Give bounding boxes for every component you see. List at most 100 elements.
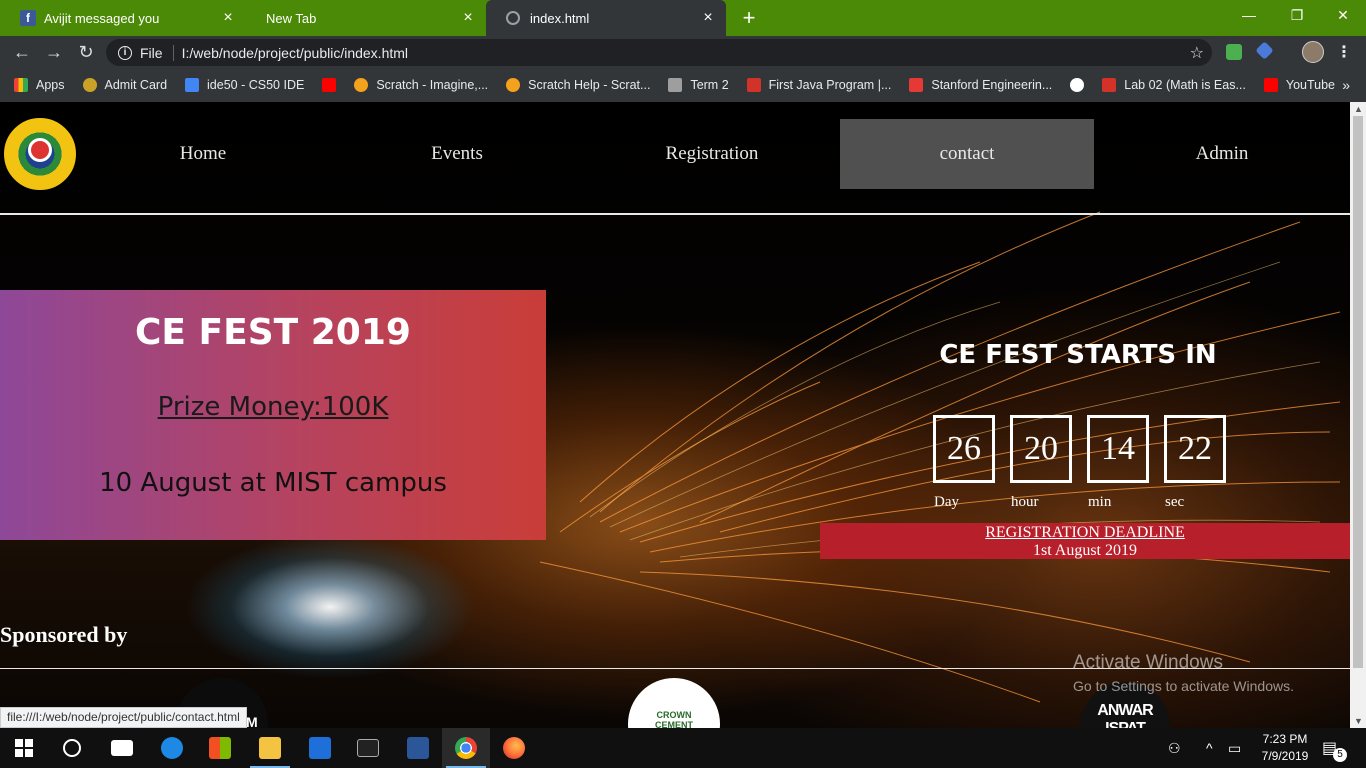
nav-admin[interactable]: Admin [1094,119,1350,189]
globe-icon [1070,78,1085,92]
mail-icon [111,740,133,756]
info-icon[interactable]: i [118,45,132,60]
scratch-icon [506,78,521,92]
bookmarks-bar: Apps Admit Card ide50 - CS50 IDE Scratch… [0,68,1366,102]
profile-avatar[interactable] [1302,41,1324,63]
word-icon [407,737,429,759]
countdown-label-hour: hour [1011,494,1039,510]
tab-facebook[interactable]: f Avijit messaged you × [0,0,246,36]
bookmark-youtube-icon-only[interactable] [322,78,337,92]
nav-events[interactable]: Events [330,119,584,189]
tab-title: Avijit messaged you [44,10,160,26]
forward-arrow-icon[interactable]: → [42,40,66,64]
bookmark-term-2[interactable]: Term 2 [668,78,729,92]
bookmark-lab-02[interactable]: Lab 02 (Math is Eas... [1102,78,1246,92]
cloud9-icon [185,78,200,92]
taskbar-terminal[interactable] [344,728,392,768]
scroll-up-icon[interactable]: ▲ [1354,104,1363,114]
site-logo[interactable] [4,118,76,190]
page-viewport: Home Events Registration contact Admin C… [0,102,1350,728]
taskbar-firefox[interactable] [490,728,538,768]
people-icon[interactable]: ⚇ [1168,728,1181,768]
new-tab-button[interactable]: + [736,5,762,31]
menu-icon[interactable]: ⋮ [1336,42,1352,62]
browser-tab-strip: f Avijit messaged you × New Tab × index.… [0,0,1366,36]
tab-new-tab[interactable]: New Tab × [246,0,486,36]
sponsor-logo-letter: M [246,714,258,728]
address-bar[interactable]: i File I:/web/node/project/public/index.… [106,39,1212,66]
restore-button[interactable]: ❐ [1274,0,1320,30]
registration-deadline-link[interactable]: REGISTRATION DEADLINE [820,524,1350,542]
close-tab-icon[interactable]: × [700,9,716,27]
apps-grid-icon [14,78,28,92]
nav-contact[interactable]: contact [840,119,1094,189]
bookmark-apps[interactable]: Apps [14,78,65,92]
reload-icon[interactable]: ↻ [74,40,98,64]
tray-chevron-up-icon[interactable]: ^ [1206,728,1213,768]
bookmark-scratch[interactable]: Scratch - Imagine,... [354,78,488,92]
taskbar-edge[interactable] [148,728,196,768]
countdown-days: 26 [933,415,995,483]
system-clock[interactable]: 7:23 PM 7/9/2019 [1250,731,1320,765]
taskbar-store[interactable] [196,728,244,768]
prize-money-link[interactable]: Prize Money:100K [0,392,546,422]
taskbar-defender[interactable] [296,728,344,768]
browser-toolbar: ← → ↻ i File I:/web/node/project/public/… [0,36,1366,68]
nav-registration[interactable]: Registration [584,119,840,189]
scroll-down-icon[interactable]: ▼ [1354,716,1363,726]
bookmark-youtube[interactable]: YouTube [1263,78,1335,92]
bookmark-stanford[interactable]: Stanford Engineerin... [909,78,1052,92]
logo-emblem [28,138,52,162]
bookmark-ide50[interactable]: ide50 - CS50 IDE [185,78,304,92]
scrollbar-thumb[interactable] [1353,116,1363,668]
sponsor-logo-text: ANWAR ISPAT [1097,702,1153,728]
minimize-button[interactable]: — [1226,0,1272,30]
url-text[interactable]: I:/web/node/project/public/index.html [182,45,408,61]
countdown-label-sec: sec [1165,494,1185,510]
taskbar-mail[interactable] [98,728,146,768]
bookmark-admit-card[interactable]: Admit Card [82,78,167,92]
deadline-date: 1st August 2019 [1032,542,1137,559]
nav-home[interactable]: Home [76,119,330,189]
back-arrow-icon[interactable]: ← [10,40,34,64]
taskbar-file-explorer[interactable] [246,728,294,768]
close-tab-icon[interactable]: × [220,9,236,27]
bookmark-star-icon[interactable]: ☆ [1190,43,1204,63]
bookmark-first-java[interactable]: First Java Program |... [746,78,891,92]
folder-icon [259,737,281,759]
taskbar-chrome[interactable] [442,728,490,768]
countdown-label-day: Day [934,494,959,510]
close-tab-icon[interactable]: × [460,9,476,27]
registration-deadline-banner: REGISTRATION DEADLINE 1st August 2019 [820,523,1350,559]
edx-icon [1102,78,1117,92]
page-scrollbar[interactable]: ▲ ▼ [1350,102,1366,728]
watermark-title: Activate Windows [1073,652,1223,673]
youtube-icon [322,78,337,92]
start-button[interactable] [0,728,48,768]
countdown-label-min: min [1088,494,1112,510]
countdown-seconds: 22 [1164,415,1226,483]
clock-date: 7/9/2019 [1261,749,1309,763]
terminal-icon [357,739,379,757]
extension-icon[interactable] [1255,41,1274,60]
globe-icon [506,11,520,25]
watermark-subtitle: Go to Settings to activate Windows. [1073,678,1294,694]
status-bar-link-preview: file:///I:/web/node/project/public/conta… [0,707,247,728]
firefox-icon [503,737,525,759]
shield-icon [309,737,331,759]
bookmark-scratch-help[interactable]: Scratch Help - Scrat... [506,78,650,92]
close-window-button[interactable]: ✕ [1320,0,1366,30]
battery-icon[interactable]: ▭ [1228,728,1241,768]
activate-windows-watermark: Activate Windows Go to Settings to activ… [1073,652,1294,694]
store-icon [209,737,231,759]
tab-title: New Tab [266,10,317,26]
taskbar-word[interactable] [394,728,442,768]
extension-icon[interactable] [1226,44,1242,60]
sponsored-by-heading: Sponsored by [0,622,128,647]
url-scheme-label: File [140,44,163,61]
tab-index-html[interactable]: index.html × [486,0,726,36]
more-bookmarks-icon[interactable]: » [1342,77,1350,93]
bookmark-globe-icon-only[interactable] [1070,78,1085,92]
search-button[interactable] [48,728,96,768]
divider [172,44,174,61]
